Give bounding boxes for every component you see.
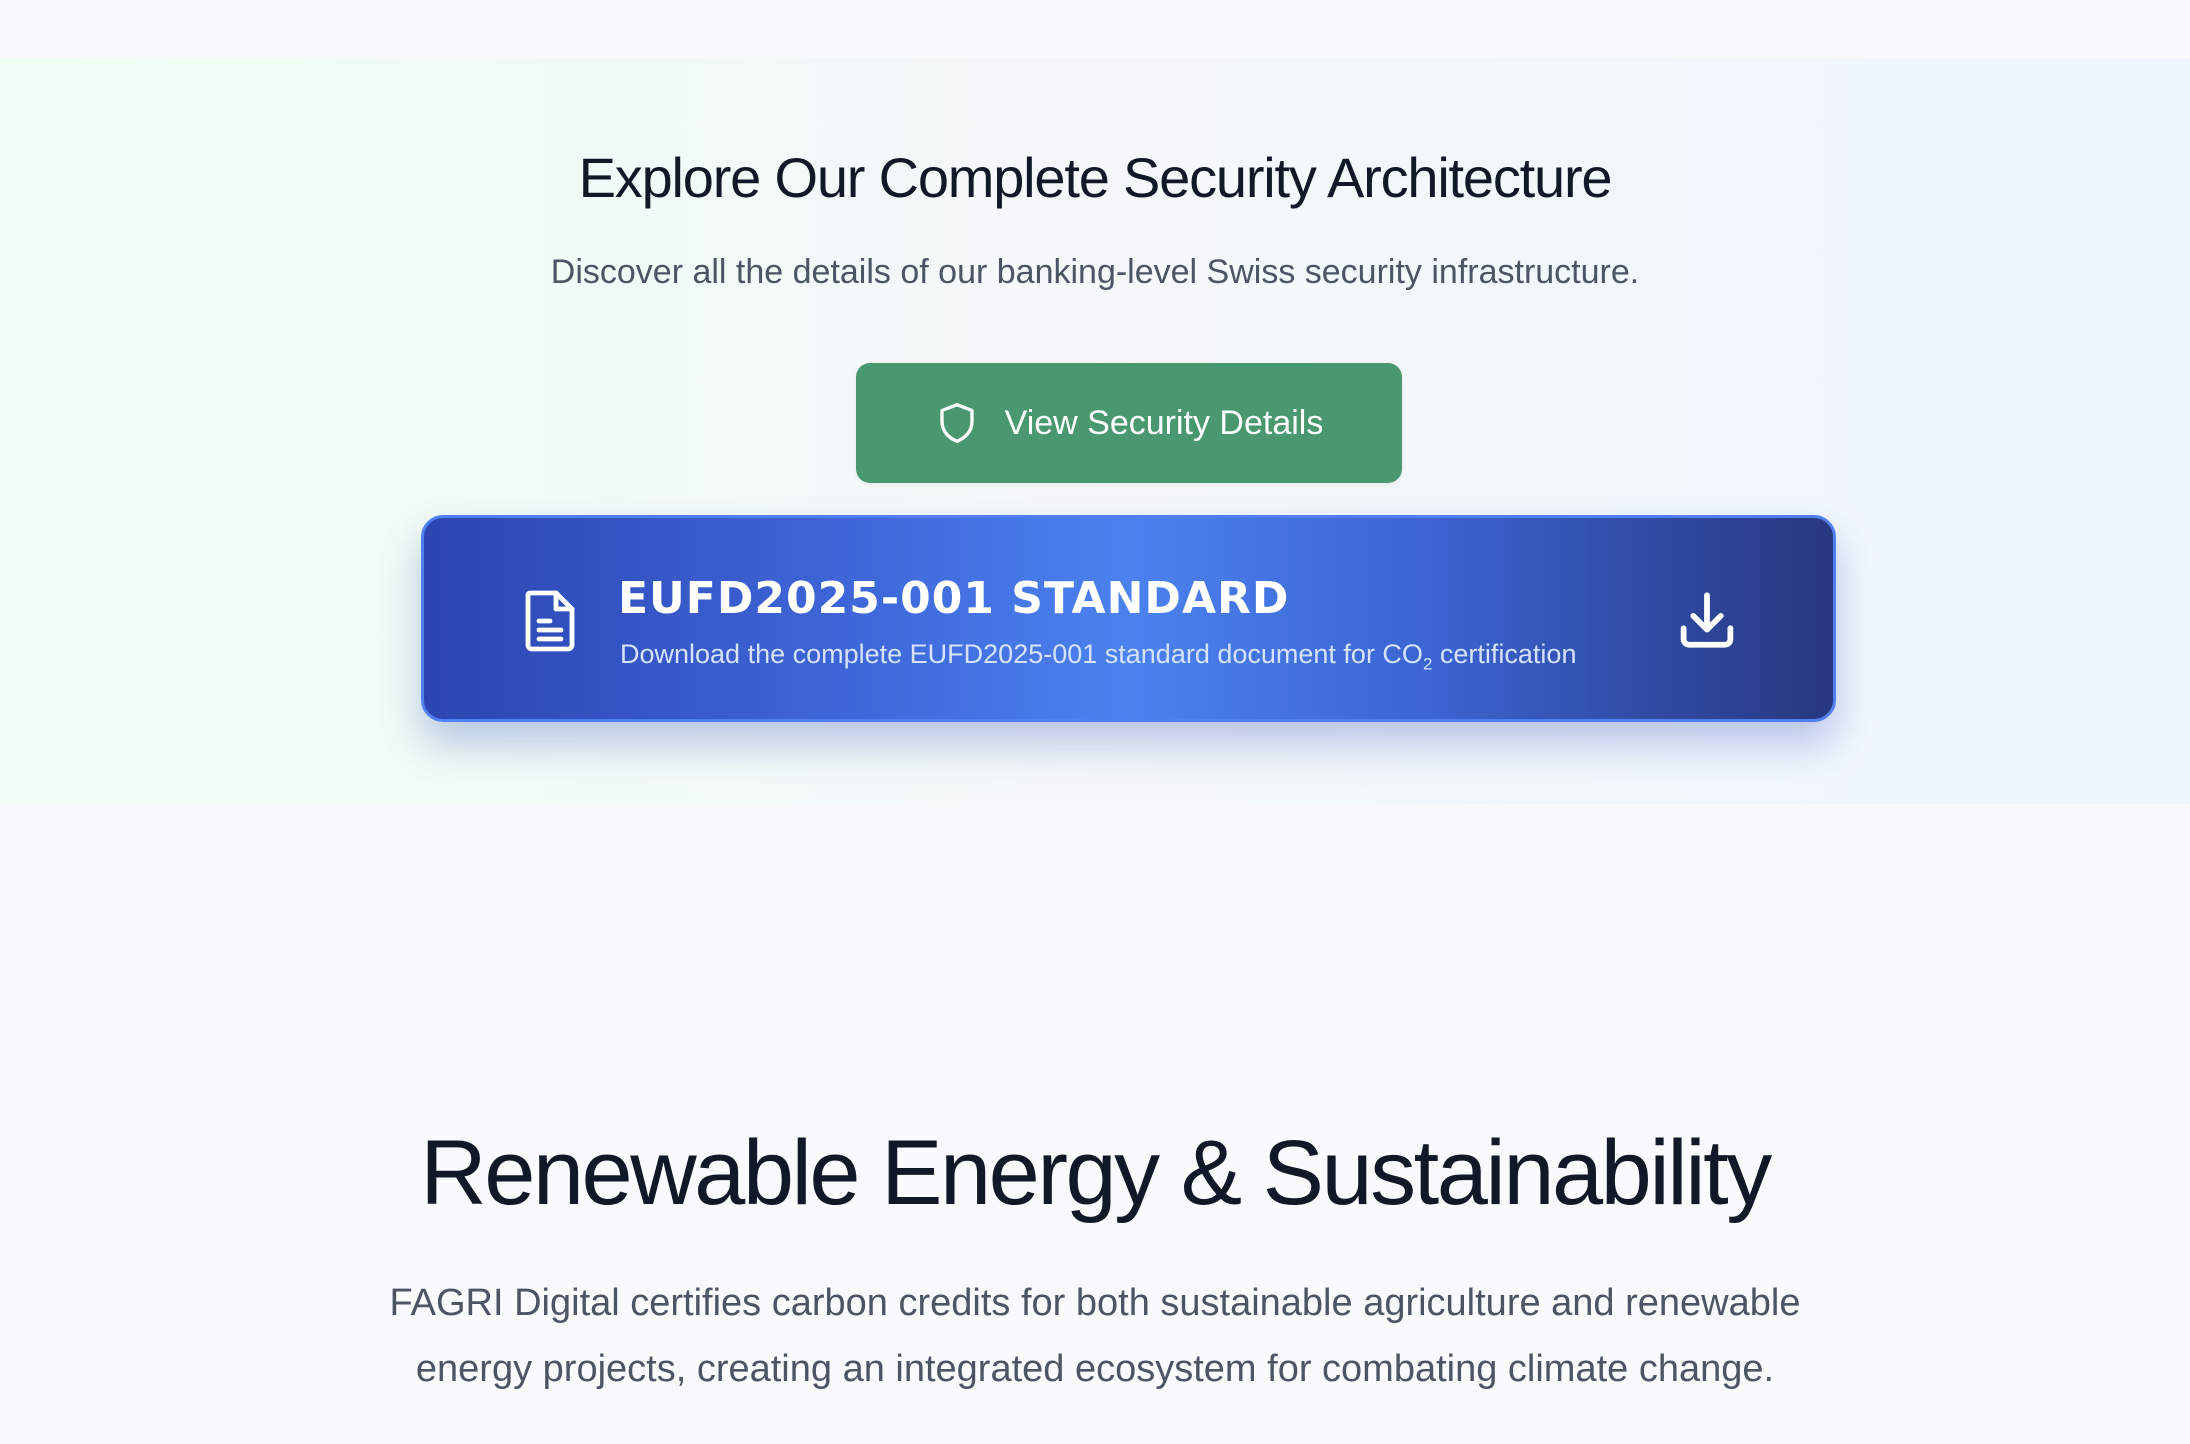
standard-description-text: Download the complete EUFD2025-001 stand… (620, 639, 1423, 669)
renewable-section-title: Renewable Energy & Sustainability (420, 1122, 1772, 1224)
view-security-details-button[interactable]: View Security Details (856, 363, 1402, 483)
renewable-section-text: FAGRI Digital certifies carbon credits f… (389, 1282, 1801, 1390)
co2-subscript: 2 (1422, 654, 1433, 674)
standard-download-card[interactable]: EUFD2025-001 STANDARD Download the compl… (421, 515, 1836, 722)
standard-title: EUFD2025-001 STANDARD (618, 573, 1290, 624)
top-strip (0, 0, 2190, 58)
shield-icon (935, 401, 979, 445)
security-section-subtitle: Discover all the details of our banking-… (550, 253, 1640, 291)
view-security-details-label: View Security Details (1004, 403, 1324, 442)
document-icon (522, 589, 578, 653)
security-section-title: Explore Our Complete Security Architectu… (578, 146, 1613, 209)
standard-description: Download the complete EUFD2025-001 stand… (620, 636, 1576, 682)
standard-description-suffix: certification (1432, 639, 1577, 669)
download-icon[interactable] (1674, 587, 1740, 653)
